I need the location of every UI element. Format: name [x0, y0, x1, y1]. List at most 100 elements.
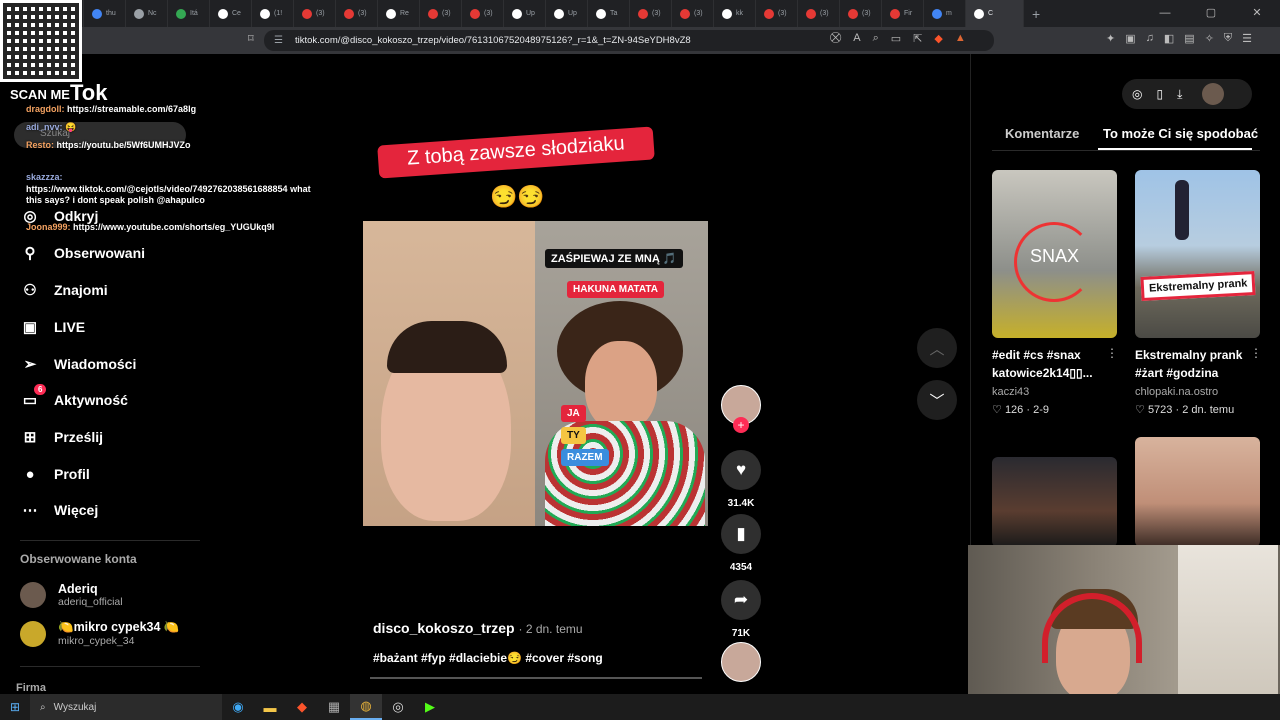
video-thumbnail[interactable] [992, 457, 1117, 547]
browser-tab[interactable]: Fir [882, 0, 924, 27]
brave-shield-icon[interactable]: ◆ [934, 32, 942, 45]
sidebar-item-wiadomości[interactable]: ➢ Wiadomości [20, 354, 137, 374]
phone-icon[interactable]: ▯ [1156, 87, 1163, 101]
follow-plus-button[interactable]: + [733, 417, 749, 433]
browser-tab[interactable]: kk [714, 0, 756, 27]
tab-label: m [946, 10, 952, 17]
sidebar-item-label: Więcej [54, 502, 99, 518]
sidebar-item-prześlij[interactable]: ⊞ Prześlij [20, 427, 103, 447]
heart-icon[interactable]: ♥ [721, 450, 761, 490]
browser-tab[interactable]: (3) [630, 0, 672, 27]
extension-icon[interactable]: ✦ [1106, 32, 1115, 45]
compass-icon[interactable]: ◎ [1132, 87, 1142, 101]
brave-icon[interactable]: ◆ [286, 699, 318, 715]
more-icon[interactable]: ⋮ [1250, 346, 1262, 360]
bookmark-icon[interactable]: ▮ [721, 514, 761, 554]
browser-tab[interactable]: (3) [420, 0, 462, 27]
browser-tab[interactable]: Re [378, 0, 420, 27]
music-icon[interactable]: ♫ [1146, 32, 1154, 45]
share-arrow-icon[interactable]: ➦ [721, 580, 761, 620]
qr-code [0, 0, 82, 82]
browser-tab[interactable]: Nc [126, 0, 168, 27]
share-icon[interactable]: ⇱ [913, 32, 922, 45]
wallet-icon[interactable]: ▤ [1184, 32, 1194, 45]
translate-icon[interactable]: ⛒ [830, 32, 841, 45]
card-title[interactable]: Ekstremalny prank #żart #godzina [1135, 346, 1253, 382]
video-caption-top: Z tobą zawsze słodziaku [377, 126, 655, 179]
browser-tab[interactable]: Ce [210, 0, 252, 27]
sidebar-item-live[interactable]: ▣ LIVE [20, 317, 85, 337]
browser-tab[interactable]: (3) [672, 0, 714, 27]
new-tab-button[interactable]: + [1032, 6, 1040, 22]
tab-favicon-icon [554, 8, 564, 19]
tab-comments[interactable]: Komentarze [1005, 126, 1079, 141]
app-icon[interactable]: ▦ [318, 699, 350, 715]
music-disc-avatar[interactable] [721, 642, 761, 682]
browser-tab[interactable]: thu [84, 0, 126, 27]
card-author[interactable]: kaczi43 [992, 386, 1029, 398]
browser-tab[interactable]: m [924, 0, 966, 27]
browser-tab[interactable]: (1! [252, 0, 294, 27]
windows-start-icon[interactable]: ⊞ [0, 700, 30, 714]
tiktok-logo[interactable]: Tok [70, 80, 107, 106]
sidebar-item-więcej[interactable]: ⋯ Więcej [20, 500, 99, 520]
screenshot-icon[interactable]: ▣ [1125, 32, 1135, 45]
translate-icon-2[interactable]: A [853, 32, 860, 45]
browser-tab[interactable]: (3) [462, 0, 504, 27]
video-player[interactable]: ZAŚPIEWAJ ZE MNĄ 🎵 HAKUNA MATATA JA TY R… [363, 221, 708, 526]
rewards-icon[interactable]: ▲ [955, 32, 966, 45]
sidebar-icon[interactable]: ◧ [1164, 32, 1174, 45]
obs-icon[interactable]: ◎ [382, 699, 414, 715]
menu-icon[interactable]: ☰ [1242, 32, 1252, 45]
minimize-icon[interactable]: — [1142, 0, 1188, 27]
video-author[interactable]: disco_kokoszo_trzep [373, 620, 515, 636]
video-progress-bar[interactable] [370, 677, 702, 679]
browser-tab[interactable]: (3) [840, 0, 882, 27]
browser-tab[interactable]: (3) [294, 0, 336, 27]
browser-tab[interactable]: Ta [588, 0, 630, 27]
media-icon[interactable]: ▶ [414, 699, 446, 715]
browser-tab[interactable]: (3) [756, 0, 798, 27]
sidebar-item-znajomi[interactable]: ⚇ Znajomi [20, 280, 107, 300]
tab-favicon-icon [596, 8, 606, 19]
browser-tab[interactable]: Itá [168, 0, 210, 27]
cast-icon[interactable]: ▭ [891, 32, 901, 45]
taskbar-search[interactable]: ⌕ Wyszukaj [30, 694, 222, 720]
chrome-icon[interactable]: ◍ [350, 694, 382, 720]
following-item[interactable]: Aderiq aderiq_official [20, 582, 123, 608]
video-thumbnail[interactable] [1135, 437, 1260, 547]
avatar [20, 582, 46, 608]
card-title[interactable]: #edit #cs #snax katowice2k14▯▯... [992, 346, 1110, 382]
download-icon[interactable]: ⤓ [1177, 87, 1182, 102]
browser-tab-bar: AF(3)thuNcItáCe(1!(3)(3)Re(3)(3)UpUpTa(3… [0, 0, 1280, 27]
browser-tab[interactable]: (3) [798, 0, 840, 27]
sidebar-item-obserwowani[interactable]: ⚲ Obserwowani [20, 243, 146, 263]
tab-suggested[interactable]: To może Ci się spodobać [1103, 126, 1258, 141]
bookmark-icon[interactable]: ⌑ [248, 32, 254, 45]
more-icon[interactable]: ⋮ [1106, 346, 1118, 360]
maximize-icon[interactable]: ▢ [1188, 0, 1234, 27]
close-icon[interactable]: ✕ [1234, 0, 1280, 27]
chevron-up-icon[interactable]: ︿ [917, 328, 957, 368]
vpn-icon[interactable]: ⛨ [1224, 32, 1232, 45]
following-item[interactable]: 🍋mikro cypek34 🍋 mikro_cypek_34 [20, 620, 179, 647]
footer-link[interactable]: Firma [16, 682, 46, 694]
folder-icon[interactable]: ▬ [254, 700, 286, 715]
browser-tab[interactable]: Up [504, 0, 546, 27]
video-thumbnail[interactable]: SNAX [992, 170, 1117, 338]
avatar[interactable] [1202, 83, 1225, 105]
sidebar-item-aktywność[interactable]: ▭ 6 Aktywność [20, 384, 128, 410]
browser-tab[interactable]: Up [546, 0, 588, 27]
chevron-down-icon[interactable]: ﹀ [917, 380, 957, 420]
card-author[interactable]: chlopaki.na.ostro [1135, 386, 1218, 398]
video-thumbnail[interactable]: Ekstremalny prank [1135, 170, 1260, 338]
tab-favicon-icon [428, 8, 438, 19]
site-info-icon[interactable]: ☰ [274, 35, 283, 46]
zoom-icon[interactable]: ⌕ [873, 32, 879, 45]
sidebar-item-profil[interactable]: ● Profil [20, 464, 89, 484]
video-hashtags[interactable]: #bażant #fyp #dlaciebie😏 #cover #song [373, 651, 603, 665]
edge-icon[interactable]: ◉ [222, 699, 254, 715]
browser-tab[interactable]: C [966, 0, 1024, 27]
ai-icon[interactable]: ✧ [1205, 32, 1214, 45]
browser-tab[interactable]: (3) [336, 0, 378, 27]
